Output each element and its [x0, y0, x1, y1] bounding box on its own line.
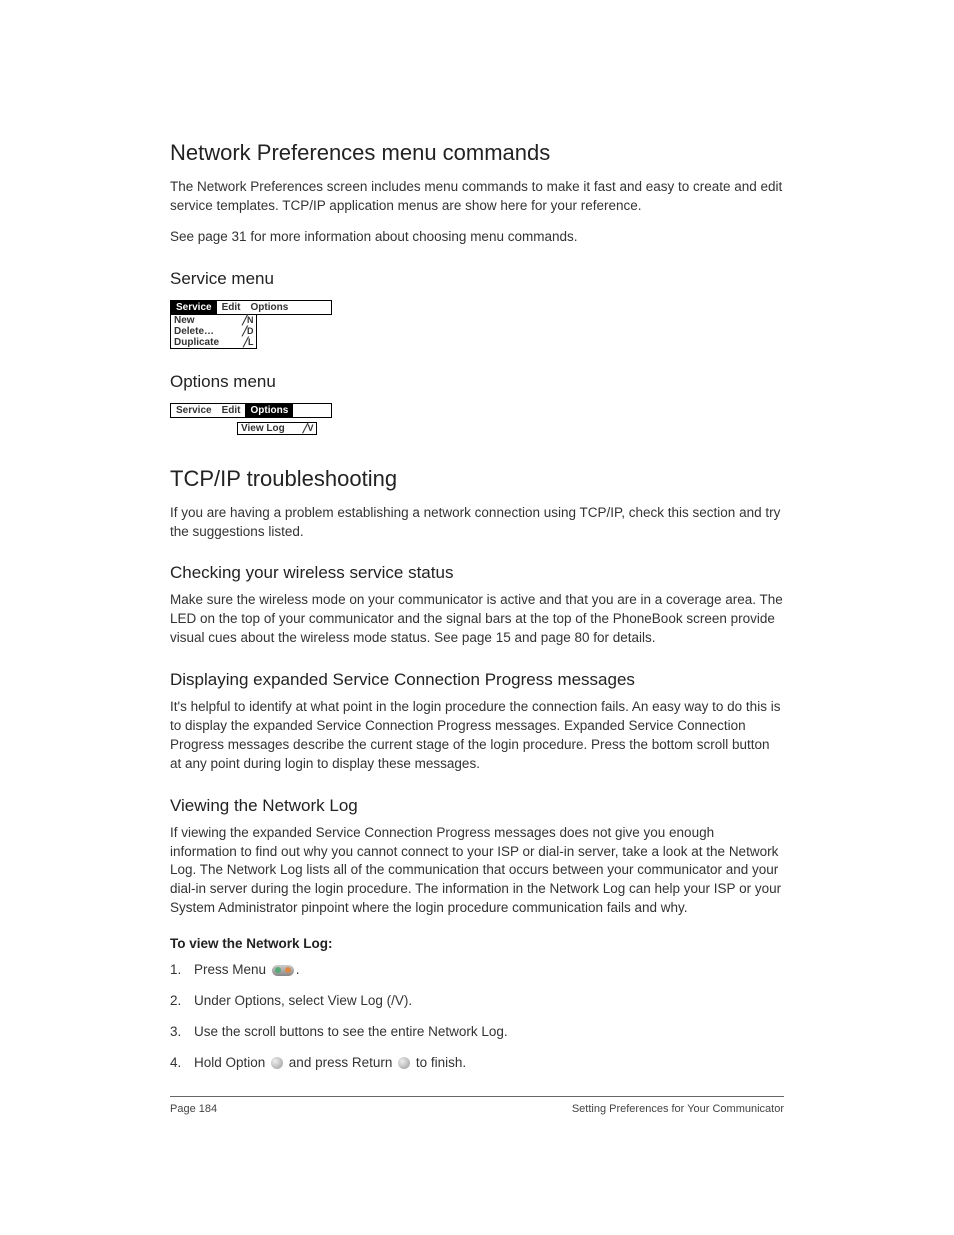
- para-network-preferences-2: See page 31 for more information about c…: [170, 228, 784, 247]
- menu-tab-options: Options: [245, 301, 293, 314]
- option-key-icon: [271, 1057, 283, 1069]
- para-wireless: Make sure the wireless mode on your comm…: [170, 591, 784, 648]
- menu-item-duplicate: Duplicate╱L: [171, 337, 256, 348]
- heading-tcpip-troubleshooting: TCP/IP troubleshooting: [170, 466, 784, 492]
- footer-page-number: Page 184: [170, 1103, 217, 1115]
- para-progress: It's helpful to identify at what point i…: [170, 698, 784, 774]
- para-network-log: If viewing the expanded Service Connecti…: [170, 824, 784, 918]
- menu-tab-service: Service: [171, 301, 217, 314]
- footer-chapter-title: Setting Preferences for Your Communicato…: [572, 1103, 784, 1115]
- steps-title: To view the Network Log:: [170, 936, 784, 951]
- heading-service-menu: Service menu: [170, 269, 784, 289]
- step-3: 3. Use the scroll buttons to see the ent…: [170, 1023, 784, 1042]
- heading-options-menu: Options menu: [170, 372, 784, 392]
- menu-item-view-log: View Log╱V: [238, 423, 316, 434]
- step-2: 2. Under Options, select View Log (/V).: [170, 992, 784, 1011]
- options-menu-screenshot: Service Edit Options View Log╱V: [170, 400, 784, 436]
- menu-tab-options-2: Options: [245, 404, 293, 417]
- para-network-preferences-1: The Network Preferences screen includes …: [170, 178, 784, 216]
- page-footer: Page 184 Setting Preferences for Your Co…: [170, 1096, 784, 1115]
- heading-progress-messages: Displaying expanded Service Connection P…: [170, 670, 784, 690]
- menu-item-delete: Delete…╱D: [171, 326, 256, 337]
- heading-network-log: Viewing the Network Log: [170, 796, 784, 816]
- menu-tab-service-2: Service: [171, 404, 217, 417]
- heading-wireless-status: Checking your wireless service status: [170, 563, 784, 583]
- menu-tab-edit-2: Edit: [217, 404, 246, 417]
- return-key-icon: [398, 1057, 410, 1069]
- menu-button-icon: [272, 965, 294, 976]
- heading-network-preferences: Network Preferences menu commands: [170, 140, 784, 166]
- service-menu-screenshot: Service Edit Options New╱N Delete…╱D Dup…: [170, 297, 784, 350]
- menu-item-new: New╱N: [171, 315, 256, 326]
- step-1: 1. Press Menu .: [170, 961, 784, 980]
- para-tcpip: If you are having a problem establishing…: [170, 504, 784, 542]
- step-4: 4. Hold Option and press Return to finis…: [170, 1054, 784, 1073]
- menu-tab-edit: Edit: [217, 301, 246, 314]
